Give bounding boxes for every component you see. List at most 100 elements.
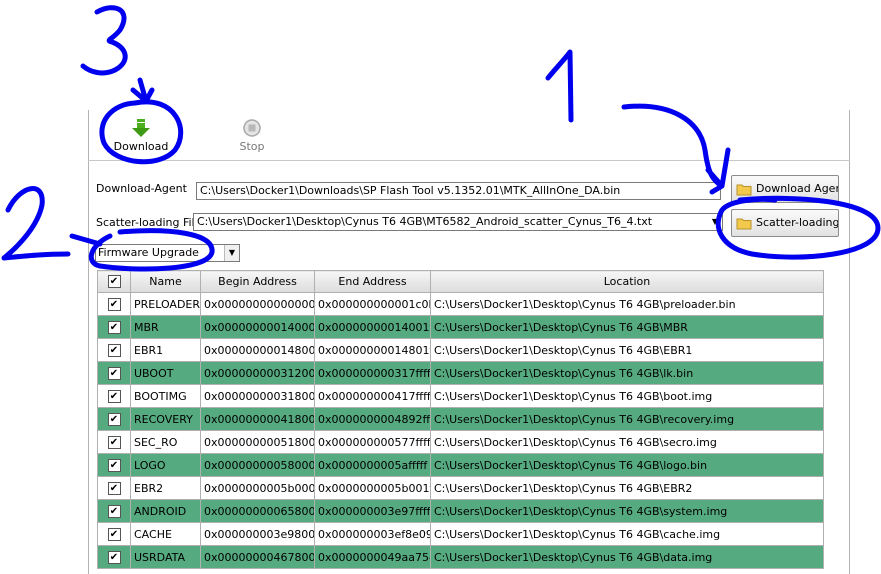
begin-address: 0x0000000005180000 <box>200 430 315 454</box>
download-mode-select[interactable]: Firmware Upgrade ▼ <box>95 244 240 262</box>
row-checkbox[interactable]: ✔ <box>107 389 121 403</box>
row-checkbox[interactable]: ✔ <box>107 458 121 472</box>
row-checkbox-cell[interactable]: ✔ <box>97 545 131 569</box>
table-row[interactable]: ✔ MBR0x00000000014000000x00000000014001ff… <box>97 315 824 339</box>
annotation-1 <box>545 49 574 123</box>
begin-address: 0x0000000003120000 <box>200 361 315 385</box>
arrow-1 <box>621 103 731 195</box>
chevron-down-icon[interactable]: ▼ <box>709 215 721 229</box>
partition-name: PRELOADER <box>130 292 201 316</box>
end-address: 0x0000000005b001ff <box>314 476 431 500</box>
location-path[interactable]: C:\Users\Docker1\Desktop\Cynus T6 4GB\EB… <box>430 338 824 362</box>
row-checkbox[interactable]: ✔ <box>107 412 121 426</box>
row-checkbox-cell[interactable]: ✔ <box>97 407 131 431</box>
stop-button[interactable]: Stop <box>217 118 287 153</box>
row-checkbox-cell[interactable]: ✔ <box>97 292 131 316</box>
header-begin-address[interactable]: Begin Address <box>200 270 315 293</box>
table-row[interactable]: ✔ RECOVERY0x00000000041800000x00000000048… <box>97 407 824 431</box>
download-mode-value: Firmware Upgrade <box>98 246 199 259</box>
select-all-header[interactable]: ✔ <box>97 270 131 293</box>
row-checkbox-cell[interactable]: ✔ <box>97 430 131 454</box>
location-path[interactable]: C:\Users\Docker1\Desktop\Cynus T6 4GB\da… <box>430 545 824 569</box>
row-checkbox-cell[interactable]: ✔ <box>97 315 131 339</box>
location-path[interactable]: C:\Users\Docker1\Desktop\Cynus T6 4GB\bo… <box>430 384 824 408</box>
begin-address: 0x0000000046780000 <box>200 545 315 569</box>
stop-icon <box>243 119 261 137</box>
location-path[interactable]: C:\Users\Docker1\Desktop\Cynus T6 4GB\MB… <box>430 315 824 339</box>
end-address: 0x0000000049aa7543 <box>314 545 431 569</box>
row-checkbox[interactable]: ✔ <box>107 527 121 541</box>
header-name[interactable]: Name <box>130 270 201 293</box>
partition-name: CACHE <box>130 522 201 546</box>
annotation-3 <box>80 5 128 76</box>
table-row[interactable]: ✔ ANDROID0x00000000065800000x000000003e97… <box>97 499 824 523</box>
begin-address: 0x0000000005800000 <box>200 453 315 477</box>
table-row[interactable]: ✔ UBOOT0x00000000031200000x000000000317ff… <box>97 361 824 385</box>
folder-icon <box>736 218 752 229</box>
table-row[interactable]: ✔ EBR10x00000000014800000x00000000014801f… <box>97 338 824 362</box>
table-row[interactable]: ✔ SEC_RO0x00000000051800000x000000000577f… <box>97 430 824 454</box>
row-checkbox[interactable]: ✔ <box>107 366 121 380</box>
row-checkbox-cell[interactable]: ✔ <box>97 499 131 523</box>
window-border-right <box>849 110 850 574</box>
partition-name: UBOOT <box>130 361 201 385</box>
location-path[interactable]: C:\Users\Docker1\Desktop\Cynus T6 4GB\lk… <box>430 361 824 385</box>
location-path[interactable]: C:\Users\Docker1\Desktop\Cynus T6 4GB\ca… <box>430 522 824 546</box>
download-agent-button[interactable]: Download Agent <box>731 175 839 203</box>
download-agent-path-field[interactable]: C:\Users\Docker1\Downloads\SP Flash Tool… <box>196 182 721 200</box>
scatter-loading-button[interactable]: Scatter-loading <box>731 209 839 237</box>
row-checkbox[interactable]: ✔ <box>107 320 121 334</box>
partition-name: ANDROID <box>130 499 201 523</box>
header-location[interactable]: Location <box>430 270 824 293</box>
begin-address: 0x000000003e980000 <box>200 522 315 546</box>
location-path[interactable]: C:\Users\Docker1\Desktop\Cynus T6 4GB\se… <box>430 430 824 454</box>
row-checkbox-cell[interactable]: ✔ <box>97 361 131 385</box>
stop-button-label: Stop <box>239 140 265 153</box>
partition-name: EBR1 <box>130 338 201 362</box>
folder-icon <box>736 184 752 195</box>
end-address: 0x000000000001c0b3 <box>314 292 431 316</box>
partition-name: EBR2 <box>130 476 201 500</box>
partition-name: SEC_RO <box>130 430 201 454</box>
begin-address: 0x0000000006580000 <box>200 499 315 523</box>
begin-address: 0x0000000003180000 <box>200 384 315 408</box>
location-path[interactable]: C:\Users\Docker1\Desktop\Cynus T6 4GB\pr… <box>430 292 824 316</box>
end-address: 0x00000000014801ff <box>314 338 431 362</box>
scatter-file-label: Scatter-loading File <box>96 216 202 229</box>
table-row[interactable]: ✔ LOGO0x00000000058000000x0000000005affff… <box>97 453 824 477</box>
begin-address: 0x0000000000000000 <box>200 292 315 316</box>
end-address: 0x000000000317ffff <box>314 361 431 385</box>
partition-name: LOGO <box>130 453 201 477</box>
download-agent-label: Download-Agent <box>96 182 187 195</box>
row-checkbox-cell[interactable]: ✔ <box>97 338 131 362</box>
table-row[interactable]: ✔ EBR20x0000000005b000000x0000000005b001f… <box>97 476 824 500</box>
location-path[interactable]: C:\Users\Docker1\Desktop\Cynus T6 4GB\lo… <box>430 453 824 477</box>
row-checkbox-cell[interactable]: ✔ <box>97 476 131 500</box>
table-row[interactable]: ✔ PRELOADER0x00000000000000000x0000000000… <box>97 292 824 316</box>
location-path[interactable]: C:\Users\Docker1\Desktop\Cynus T6 4GB\sy… <box>430 499 824 523</box>
download-button[interactable]: Download <box>106 118 176 153</box>
chevron-down-icon[interactable]: ▼ <box>224 245 239 261</box>
download-agent-button-label: Download Agent <box>756 182 839 195</box>
row-checkbox-cell[interactable]: ✔ <box>97 522 131 546</box>
table-row[interactable]: ✔ CACHE0x000000003e9800000x000000003ef8e0… <box>97 522 824 546</box>
table-row[interactable]: ✔ USRDATA0x00000000467800000x0000000049aa… <box>97 545 824 569</box>
row-checkbox[interactable]: ✔ <box>107 297 121 311</box>
select-all-checkbox[interactable]: ✔ <box>107 275 121 289</box>
location-path[interactable]: C:\Users\Docker1\Desktop\Cynus T6 4GB\re… <box>430 407 824 431</box>
row-checkbox[interactable]: ✔ <box>107 343 121 357</box>
partition-name: RECOVERY <box>130 407 201 431</box>
row-checkbox[interactable]: ✔ <box>107 504 121 518</box>
begin-address: 0x0000000005b00000 <box>200 476 315 500</box>
row-checkbox-cell[interactable]: ✔ <box>97 453 131 477</box>
row-checkbox[interactable]: ✔ <box>107 481 121 495</box>
header-end-address[interactable]: End Address <box>314 270 431 293</box>
end-address: 0x000000000577ffff <box>314 430 431 454</box>
row-checkbox-cell[interactable]: ✔ <box>97 384 131 408</box>
table-row[interactable]: ✔ BOOTIMG0x00000000031800000x000000000417… <box>97 384 824 408</box>
table-header-row: ✔ Name Begin Address End Address Locatio… <box>97 270 824 293</box>
row-checkbox[interactable]: ✔ <box>107 550 121 564</box>
location-path[interactable]: C:\Users\Docker1\Desktop\Cynus T6 4GB\EB… <box>430 476 824 500</box>
row-checkbox[interactable]: ✔ <box>107 435 121 449</box>
scatter-file-combo[interactable]: C:\Users\Docker1\Desktop\Cynus T6 4GB\MT… <box>193 213 723 231</box>
